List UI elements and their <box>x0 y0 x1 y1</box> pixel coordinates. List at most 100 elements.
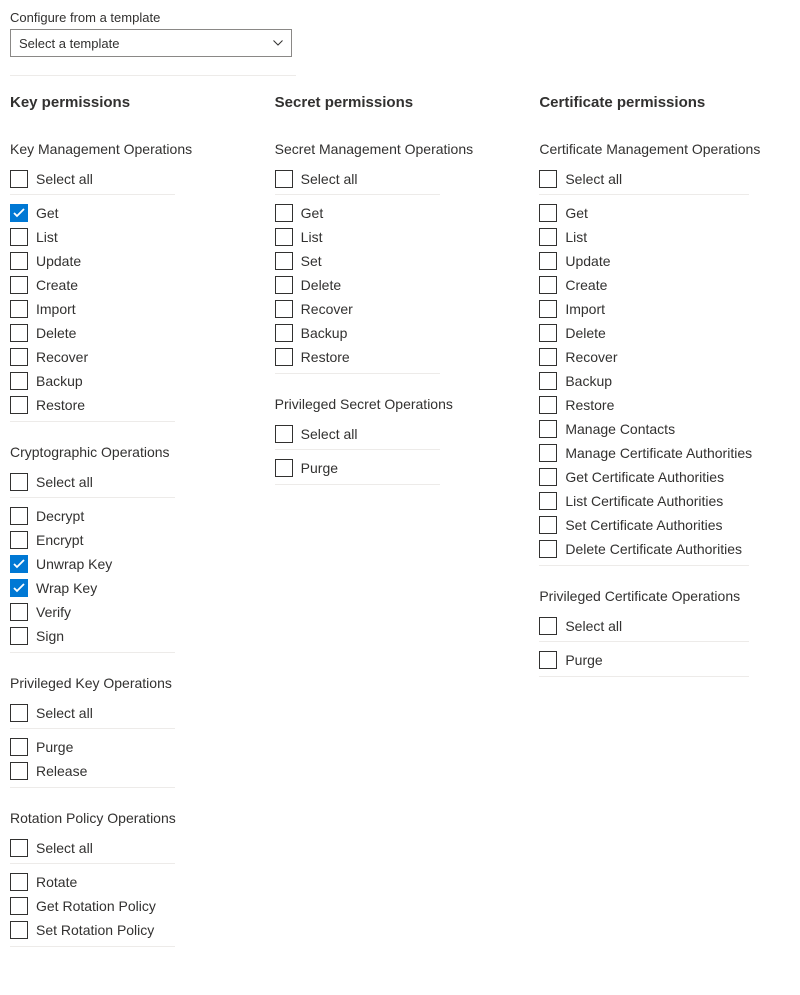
select-all-row: Select all <box>10 701 261 725</box>
select-all-checkbox[interactable] <box>10 839 28 857</box>
divider <box>539 641 749 642</box>
group-key-management-operations: Key Management OperationsSelect allGetLi… <box>10 141 261 422</box>
checkbox-verify[interactable] <box>10 603 28 621</box>
checkbox-list[interactable] <box>539 228 557 246</box>
checkbox-get-rotation-policy[interactable] <box>10 897 28 915</box>
permission-label: List <box>565 229 587 245</box>
checkbox-recover[interactable] <box>539 348 557 366</box>
checkbox-get-certificate-authorities[interactable] <box>539 468 557 486</box>
checkbox-delete-certificate-authorities[interactable] <box>539 540 557 558</box>
checkbox-list[interactable] <box>275 228 293 246</box>
permission-import: Import <box>539 297 790 321</box>
checkbox-release[interactable] <box>10 762 28 780</box>
checkbox-restore[interactable] <box>10 396 28 414</box>
checkbox-get[interactable] <box>10 204 28 222</box>
checkbox-backup[interactable] <box>10 372 28 390</box>
permission-label: Set Rotation Policy <box>36 922 154 938</box>
checkbox-backup[interactable] <box>275 324 293 342</box>
checkbox-delete[interactable] <box>10 324 28 342</box>
select-all-checkbox[interactable] <box>539 170 557 188</box>
checkbox-manage-contacts[interactable] <box>539 420 557 438</box>
permission-label: Delete <box>36 325 76 341</box>
select-all-label: Select all <box>36 171 93 187</box>
checkbox-restore[interactable] <box>539 396 557 414</box>
permission-label: Restore <box>301 349 350 365</box>
permission-label: Get <box>36 205 59 221</box>
permission-label: Delete Certificate Authorities <box>565 541 742 557</box>
group-title: Certificate Management Operations <box>539 141 790 157</box>
select-all-row: Select all <box>10 836 261 860</box>
template-dropdown[interactable]: Select a template <box>10 29 292 57</box>
select-all-checkbox[interactable] <box>10 473 28 491</box>
checkbox-rotate[interactable] <box>10 873 28 891</box>
checkbox-set-certificate-authorities[interactable] <box>539 516 557 534</box>
select-all-checkbox[interactable] <box>10 704 28 722</box>
select-all-label: Select all <box>36 474 93 490</box>
permission-get-rotation-policy: Get Rotation Policy <box>10 894 261 918</box>
checkbox-wrap-key[interactable] <box>10 579 28 597</box>
checkbox-set[interactable] <box>275 252 293 270</box>
permission-label: Manage Certificate Authorities <box>565 445 752 461</box>
checkbox-manage-certificate-authorities[interactable] <box>539 444 557 462</box>
column-heading: Certificate permissions <box>539 94 790 111</box>
checkbox-create[interactable] <box>10 276 28 294</box>
checkbox-update[interactable] <box>10 252 28 270</box>
checkbox-set-rotation-policy[interactable] <box>10 921 28 939</box>
permission-label: Rotate <box>36 874 77 890</box>
group-title: Secret Management Operations <box>275 141 526 157</box>
permission-label: Wrap Key <box>36 580 97 596</box>
checkbox-purge[interactable] <box>10 738 28 756</box>
checkbox-sign[interactable] <box>10 627 28 645</box>
divider <box>275 484 440 485</box>
group-title: Privileged Secret Operations <box>275 396 526 412</box>
checkbox-purge[interactable] <box>275 459 293 477</box>
permission-get: Get <box>275 201 526 225</box>
permission-label: Recover <box>36 349 88 365</box>
checkbox-list[interactable] <box>10 228 28 246</box>
select-all-checkbox[interactable] <box>275 170 293 188</box>
divider <box>10 75 296 76</box>
checkbox-import[interactable] <box>539 300 557 318</box>
permission-list-certificate-authorities: List Certificate Authorities <box>539 489 790 513</box>
group-cryptographic-operations: Cryptographic OperationsSelect allDecryp… <box>10 444 261 653</box>
checkbox-encrypt[interactable] <box>10 531 28 549</box>
permission-create: Create <box>10 273 261 297</box>
checkbox-list-certificate-authorities[interactable] <box>539 492 557 510</box>
permission-label: List Certificate Authorities <box>565 493 723 509</box>
checkbox-create[interactable] <box>539 276 557 294</box>
permission-backup: Backup <box>275 321 526 345</box>
permission-verify: Verify <box>10 600 261 624</box>
group-title: Cryptographic Operations <box>10 444 261 460</box>
checkbox-get[interactable] <box>539 204 557 222</box>
select-all-checkbox[interactable] <box>539 617 557 635</box>
checkbox-purge[interactable] <box>539 651 557 669</box>
checkbox-delete[interactable] <box>539 324 557 342</box>
select-all-row: Select all <box>275 167 526 191</box>
checkbox-delete[interactable] <box>275 276 293 294</box>
checkbox-unwrap-key[interactable] <box>10 555 28 573</box>
checkbox-backup[interactable] <box>539 372 557 390</box>
column-certificate-permissions: Certificate permissions Certificate Manag… <box>539 94 790 969</box>
checkbox-recover[interactable] <box>275 300 293 318</box>
permission-manage-contacts: Manage Contacts <box>539 417 790 441</box>
checkbox-update[interactable] <box>539 252 557 270</box>
group-privileged-certificate-operations: Privileged Certificate OperationsSelect … <box>539 588 790 677</box>
permission-set: Set <box>275 249 526 273</box>
checkbox-recover[interactable] <box>10 348 28 366</box>
permission-label: Backup <box>565 373 612 389</box>
permission-create: Create <box>539 273 790 297</box>
permission-label: Backup <box>36 373 83 389</box>
permission-label: Restore <box>36 397 85 413</box>
permission-label: List <box>36 229 58 245</box>
checkbox-restore[interactable] <box>275 348 293 366</box>
permission-list: List <box>275 225 526 249</box>
select-all-checkbox[interactable] <box>275 425 293 443</box>
checkbox-get[interactable] <box>275 204 293 222</box>
permission-label: Purge <box>565 652 602 668</box>
checkbox-import[interactable] <box>10 300 28 318</box>
select-all-checkbox[interactable] <box>10 170 28 188</box>
permission-list: List <box>539 225 790 249</box>
permission-delete: Delete <box>275 273 526 297</box>
permission-list: List <box>10 225 261 249</box>
checkbox-decrypt[interactable] <box>10 507 28 525</box>
